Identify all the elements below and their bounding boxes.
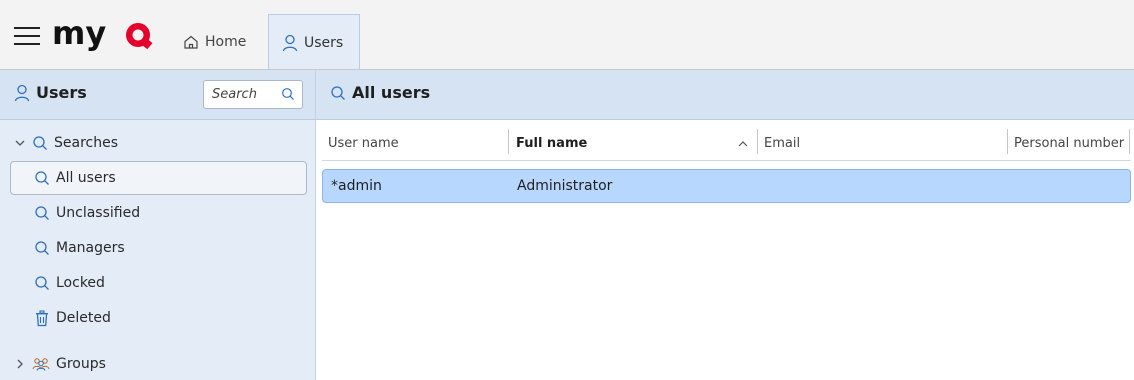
search-icon — [35, 206, 49, 220]
tree-item-label: Searches — [54, 135, 119, 151]
sidebar-title-label: Users — [36, 83, 87, 102]
column-header-label: Personal number — [1014, 135, 1125, 151]
groups-icon — [32, 358, 50, 371]
cell-user-name: *admin — [331, 178, 382, 194]
myq-logo: my — [52, 20, 157, 52]
tree-item-all-users[interactable]: All users — [34, 166, 116, 190]
tree-item-unclassified[interactable]: Unclassified — [34, 201, 140, 225]
tree-item-label: Groups — [56, 356, 106, 372]
search-icon — [35, 276, 49, 290]
menu-icon[interactable] — [14, 27, 40, 45]
column-resize-handle[interactable] — [508, 129, 509, 154]
tab-home-label: Home — [205, 34, 247, 50]
tree-item-label: All users — [56, 170, 116, 186]
sidebar: Users Search Searches All users Unclassi… — [0, 70, 316, 380]
trash-icon — [36, 309, 48, 326]
column-header-label: Full name — [516, 135, 588, 151]
cell-full-name: Administrator — [517, 178, 613, 194]
header-divider — [322, 160, 1131, 161]
chevron-down-icon[interactable] — [14, 137, 26, 149]
user-icon — [14, 84, 30, 101]
page-title: All users — [330, 83, 430, 102]
search-placeholder: Search — [212, 87, 257, 102]
home-icon — [184, 35, 198, 49]
tree-item-label: Deleted — [56, 310, 111, 326]
tree-item-label: Managers — [56, 240, 125, 256]
search-icon — [35, 171, 49, 185]
tree-item-groups[interactable]: Groups — [14, 352, 106, 376]
sidebar-search-input[interactable]: Search — [203, 80, 303, 109]
column-header-user-name[interactable]: User name — [328, 130, 399, 156]
tree-item-label: Locked — [56, 275, 105, 291]
search-icon[interactable] — [281, 87, 295, 101]
tree-item-label: Unclassified — [56, 205, 141, 221]
tree-item-locked[interactable]: Locked — [34, 271, 105, 295]
column-header-email[interactable]: Email — [764, 130, 800, 156]
sidebar-header-divider — [0, 119, 316, 120]
user-icon — [282, 34, 298, 51]
column-resize-handle[interactable] — [1007, 129, 1008, 154]
top-bar: my Home Users — [0, 0, 1134, 70]
tree-item-deleted[interactable]: Deleted — [34, 306, 111, 330]
tree-item-managers[interactable]: Managers — [34, 236, 125, 260]
sidebar-title: Users — [14, 83, 87, 102]
tab-users-label: Users — [304, 34, 344, 51]
table-row[interactable]: *admin Administrator — [322, 169, 1131, 203]
page-title-label: All users — [352, 83, 431, 102]
chevron-right-icon[interactable] — [14, 358, 26, 370]
column-header-label: Email — [764, 135, 801, 151]
tab-home[interactable]: Home — [172, 14, 264, 70]
column-header-personal-number[interactable]: Personal number — [1014, 130, 1124, 156]
main-header: All users — [316, 70, 1134, 120]
svg-text:my: my — [52, 20, 106, 52]
sidebar-header: Users Search — [0, 70, 316, 120]
column-header-full-name[interactable]: Full name — [516, 130, 587, 156]
search-icon — [33, 136, 47, 150]
sort-ascending-icon[interactable] — [737, 138, 749, 150]
search-icon — [331, 85, 345, 100]
main-header-divider — [316, 119, 1134, 120]
search-icon — [35, 241, 49, 255]
tree-item-searches[interactable]: Searches — [14, 131, 118, 155]
tab-users[interactable]: Users — [268, 14, 360, 70]
column-resize-handle[interactable] — [1129, 129, 1130, 154]
column-resize-handle[interactable] — [757, 129, 758, 154]
column-header-label: User name — [328, 135, 399, 151]
